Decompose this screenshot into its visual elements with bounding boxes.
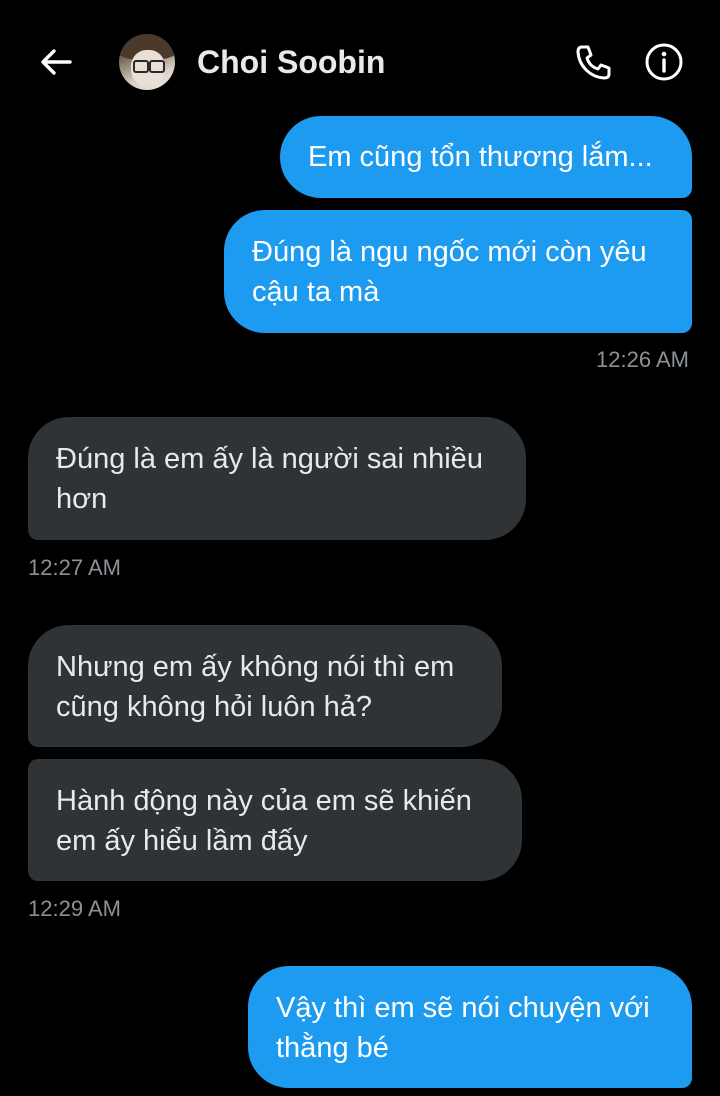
message-timestamp: 12:29 AM: [28, 896, 121, 921]
message-timestamp: 12:27 AM: [28, 555, 121, 580]
contact-name[interactable]: Choi Soobin: [197, 44, 385, 81]
message-bubble-outgoing[interactable]: Đúng là ngu ngốc mới còn yêu cậu ta mà: [224, 210, 692, 333]
message-bubble-outgoing[interactable]: Vậy thì em sẽ nói chuyện với thằng bé: [248, 966, 692, 1088]
conversation-header: Choi Soobin: [0, 0, 720, 112]
message-text: Nhưng em ấy không nói thì em: [56, 651, 455, 683]
back-button[interactable]: [36, 42, 76, 82]
message-text: Đúng là ngu ngốc mới còn yêu: [252, 236, 647, 268]
message-bubble-incoming[interactable]: Đúng là em ấy là người sai nhiều hơn: [28, 417, 526, 540]
message-text: thằng bé: [276, 1032, 389, 1064]
message-text: Hành động này của em sẽ khiến: [56, 785, 472, 817]
arrow-left-icon: [41, 49, 72, 75]
info-icon: [645, 43, 683, 81]
message-bubble-outgoing[interactable]: Em cũng tổn thương lắm...: [280, 116, 692, 198]
message-text: Em cũng tổn thương lắm...: [308, 141, 653, 173]
message-text: hơn: [56, 483, 108, 515]
message-text: cậu ta mà: [252, 276, 380, 308]
message-bubble-incoming[interactable]: Nhưng em ấy không nói thì em cũng không …: [28, 625, 502, 747]
contact-avatar[interactable]: [119, 34, 175, 90]
conversation-info-button[interactable]: [644, 42, 684, 82]
message-text: cũng không hỏi luôn hả?: [56, 691, 373, 723]
phone-icon: [576, 45, 611, 80]
call-button[interactable]: [573, 42, 613, 82]
message-bubble-incoming[interactable]: Hành động này của em sẽ khiến em ấy hiểu…: [28, 759, 522, 881]
message-text: em ấy hiểu lầm đấy: [56, 825, 308, 857]
message-text: Đúng là em ấy là người sai nhiều: [56, 443, 483, 475]
message-timestamp: 12:26 AM: [596, 347, 689, 372]
message-text: Vậy thì em sẽ nói chuyện với: [276, 992, 650, 1024]
